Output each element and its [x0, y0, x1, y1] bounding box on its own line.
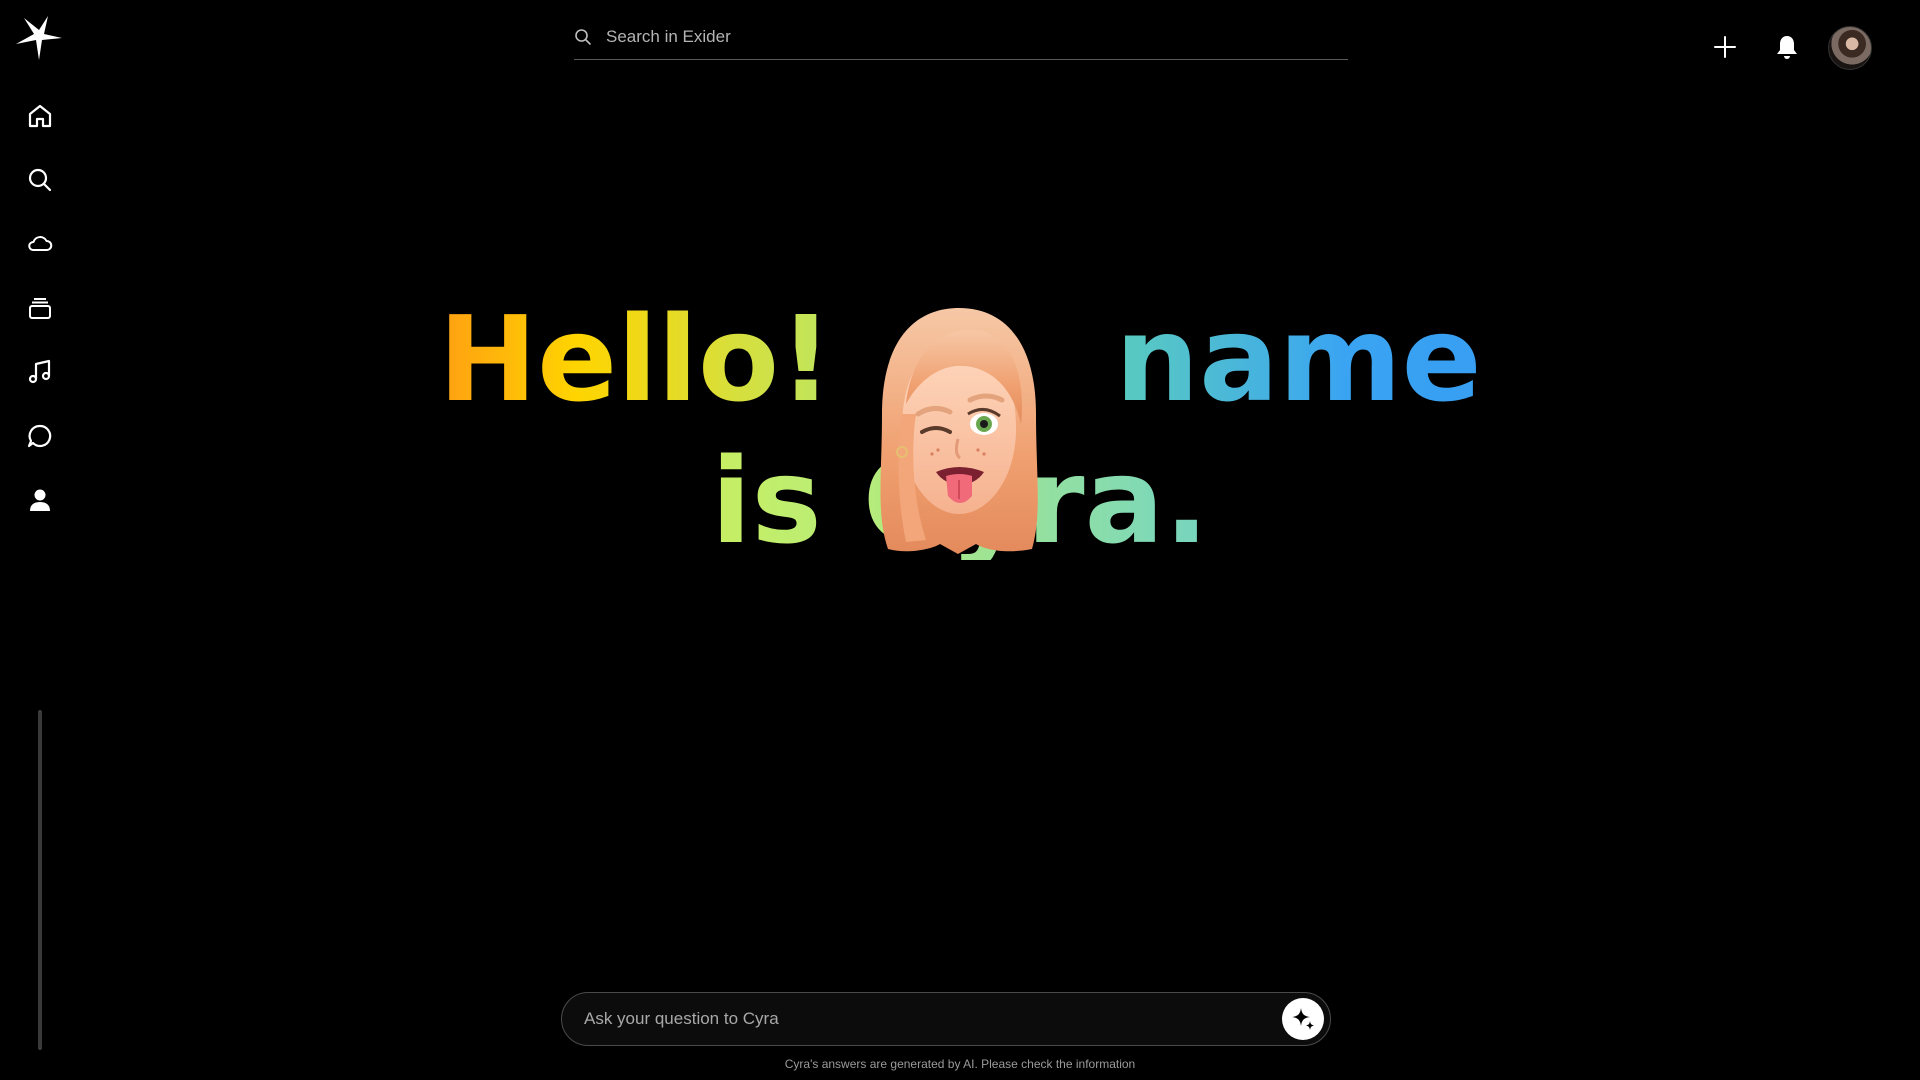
notifications-button[interactable] [1772, 32, 1802, 62]
create-button[interactable] [1710, 32, 1740, 62]
hero-line2-prefix: is [711, 432, 822, 570]
hero: Hello! name is Cyra. [0, 150, 1920, 570]
home-icon [28, 104, 52, 128]
sparkle-icon [1292, 1008, 1315, 1030]
exider-logo-icon[interactable] [14, 16, 64, 60]
search-bar [574, 14, 1348, 60]
search-icon [575, 28, 591, 45]
sidebar-scrollbar[interactable] [38, 710, 42, 1050]
ask-cyra-bar [561, 992, 1331, 1046]
memoji-avatar [880, 308, 1038, 554]
bell-icon [1777, 36, 1797, 59]
search-input[interactable] [604, 25, 1348, 48]
plus-icon [1714, 36, 1736, 58]
avatar[interactable] [1828, 26, 1872, 70]
hero-greeting: Hello! [438, 290, 833, 428]
app-window: Hello! name is Cyra. [0, 0, 1920, 1080]
sidebar-item-home[interactable] [24, 100, 56, 132]
hero-name-word: name [1115, 290, 1482, 428]
ask-input[interactable] [582, 1008, 1282, 1030]
ai-disclaimer: Cyra's answers are generated by AI. Plea… [784, 1057, 1136, 1071]
ask-send-button[interactable] [1282, 998, 1324, 1040]
